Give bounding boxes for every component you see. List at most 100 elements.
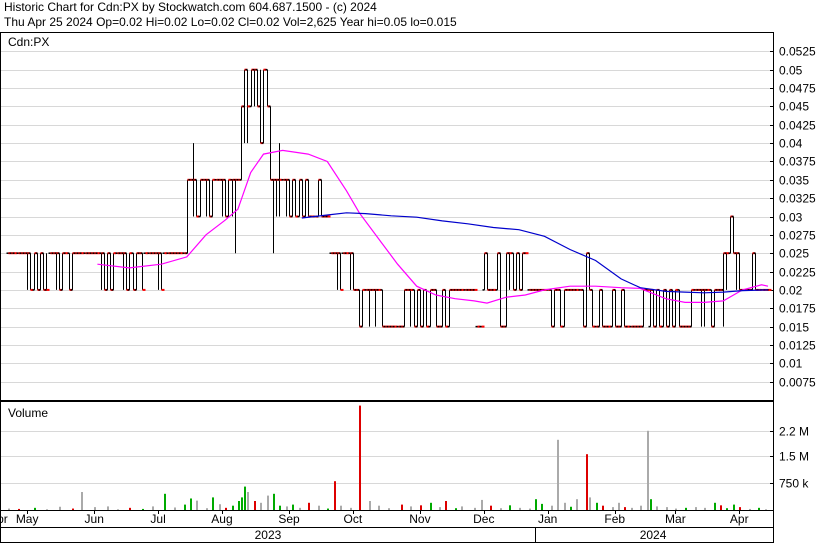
volume-bar [576,499,578,510]
price-bar [156,252,162,290]
price-tick-label: 0.0475 [779,82,816,96]
month-label: May [16,512,39,526]
price-bar [728,215,734,254]
volume-bar [564,502,566,510]
price-bar [159,252,165,291]
price-tick-label: 0.0075 [779,376,816,390]
volume-bar [749,508,751,510]
price-bar [348,252,354,290]
month-label: Jan [538,512,557,526]
price-bar [482,252,488,291]
volume-bar [557,439,559,510]
moving-average-line-2 [301,212,769,294]
volume-bar [107,506,109,510]
price-bar [121,252,127,290]
price-bar [584,252,590,328]
volume-bar [308,502,310,510]
volume-bar [359,405,361,510]
moving-average-line-1 [97,149,769,304]
price-tick-label: 0.03 [779,211,803,225]
month-label: Aug [211,512,232,526]
volume-bar [292,504,294,510]
price-bar [140,252,146,291]
price-bar [479,325,485,328]
price-tick-label: 0.01 [779,357,803,371]
volume-bar [430,502,432,510]
volume-bar [570,506,572,510]
price-bar [70,252,76,291]
volume-tick-label: 2.2 M [779,425,809,439]
price-tick-label: 0.0375 [779,155,816,169]
volume-bar [758,507,760,510]
volume-bar [631,507,633,510]
year-label: 2023 [255,528,282,542]
volume-bar [81,492,83,510]
volume-bars [8,405,767,511]
price-bar [731,215,737,255]
volume-bar [8,508,10,510]
volume-bar [18,508,20,510]
price-tick-label: 0.0325 [779,192,816,206]
stock-chart-page: Historic Chart for Cdn:PX by Stockwatch.… [0,0,830,543]
price-gridlines [1,51,774,383]
price-tick-label: 0.0125 [779,339,816,353]
price-bar [271,178,277,254]
volume-bar [401,504,403,510]
volume-bar [739,507,741,510]
volume-bar [350,507,352,510]
volume-bar [675,508,677,510]
price-tick-label: 0.0275 [779,229,816,243]
volume-gridlines [1,431,774,484]
volume-bar [500,508,502,510]
volume-bar [695,507,697,510]
volume-bar [474,507,476,510]
month-axis [0,510,774,528]
volume-bar [439,507,441,510]
volume-bar [461,506,463,510]
volume-bar [212,497,214,510]
volume-bar [254,501,256,510]
volume-bar [596,502,598,510]
month-label: Apr [0,512,8,526]
volume-bar [551,505,553,510]
month-label: Jul [150,512,165,526]
price-bar [124,252,130,291]
volume-bar [286,506,288,510]
price-bar [338,252,344,291]
moving-average-lines [97,149,769,304]
volume-bar [656,506,658,510]
volume-bar [152,506,154,510]
volume-bar [260,502,262,510]
volume-bar [640,505,642,510]
volume-bar [34,507,36,510]
price-tick-label: 0.035 [779,174,809,188]
year-label: 2024 [640,528,667,542]
price-bar [485,252,491,291]
price-bar [111,252,117,291]
price-bar [514,252,520,291]
price-tick-label: 0.02 [779,284,803,298]
volume-bar [334,481,336,510]
price-bar [38,252,44,291]
volume-bar [541,503,543,510]
price-bar [134,252,140,291]
volume-bar [340,505,342,510]
volume-bar [219,504,221,510]
volume-bar [327,508,329,510]
volume-bar [685,507,687,510]
price-bar [41,252,47,291]
volume-bar [455,508,457,510]
price-bar [734,252,740,290]
volume-bar [164,493,166,510]
price-bar [25,252,31,290]
price-bar [721,252,727,327]
volume-bar [244,486,246,510]
volume-bar [490,505,492,510]
price-tick-label: 0.0425 [779,119,816,133]
volume-bar [184,504,186,510]
price-bar [131,252,137,291]
price-bar [520,252,526,291]
price-bar [498,252,504,328]
price-bar [99,252,105,290]
price-bar [233,178,239,254]
